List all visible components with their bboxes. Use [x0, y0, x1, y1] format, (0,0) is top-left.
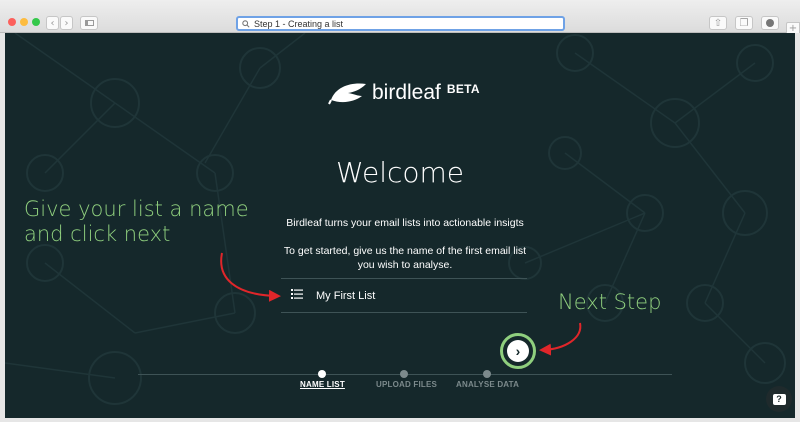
download-icon — [766, 19, 774, 27]
minimize-window-button[interactable] — [20, 18, 28, 26]
step-upload-files[interactable]: UPLOAD FILES — [376, 380, 437, 389]
tabs-button[interactable]: ❐ — [735, 16, 753, 30]
arrow-to-input — [220, 252, 281, 302]
help-chat-button[interactable]: ? — [766, 386, 792, 412]
search-icon — [242, 19, 250, 28]
zoom-window-button[interactable] — [32, 18, 40, 26]
arrow-to-next — [539, 322, 582, 356]
next-button[interactable]: › — [507, 340, 529, 362]
page-content: birdleaf BETA Welcome Birdleaf turns you… — [5, 33, 795, 418]
close-window-button[interactable] — [8, 18, 16, 26]
share-icon: ⇧ — [713, 17, 723, 29]
plus-icon: + — [788, 22, 798, 34]
chevron-right-icon: › — [515, 343, 521, 359]
window-right-border — [795, 33, 800, 418]
sidebar-icon — [84, 20, 94, 26]
share-button[interactable]: ⇧ — [709, 16, 727, 30]
step-name-list[interactable]: NAME LIST — [300, 380, 345, 389]
back-button[interactable]: ‹ — [46, 16, 59, 30]
page-title: Step 1 - Creating a list — [254, 18, 344, 29]
browser-titlebar: ‹ › Step 1 - Creating a list ⇧ ❐ + — [0, 0, 800, 34]
browser-window: ‹ › Step 1 - Creating a list ⇧ ❐ + birdl… — [0, 0, 800, 422]
annotation-arrows — [220, 252, 582, 356]
chevron-left-icon: ‹ — [50, 17, 55, 29]
next-step-highlight: › — [500, 333, 536, 369]
step-dot-name-list — [318, 370, 326, 378]
help-chat-icon: ? — [772, 393, 786, 405]
step-dot-upload-files — [400, 370, 408, 378]
downloads-button[interactable] — [761, 16, 779, 30]
window-bottom-border — [0, 418, 800, 422]
chevron-right-icon: › — [64, 17, 69, 29]
sidebar-button[interactable] — [80, 16, 98, 30]
address-bar[interactable]: Step 1 - Creating a list — [236, 16, 565, 31]
step-dot-analyse-data — [483, 370, 491, 378]
tabs-icon: ❐ — [739, 17, 749, 29]
forward-button[interactable]: › — [60, 16, 73, 30]
step-analyse-data[interactable]: ANALYSE DATA — [456, 380, 519, 389]
